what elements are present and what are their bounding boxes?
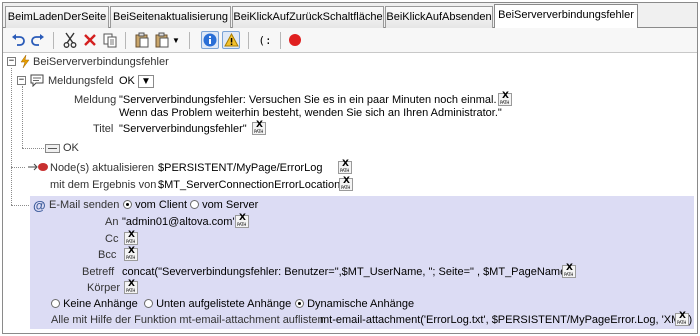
body-label: Körper: [87, 282, 121, 294]
attach-listed-label: Unten aufgelistete Anhänge: [156, 298, 292, 310]
xpath-button[interactable]: X PATH: [498, 91, 512, 106]
xpath-button[interactable]: X PATH: [675, 311, 689, 326]
tab-bar: BeimLadenDerSeite BeiSeitenaktualisierun…: [3, 3, 697, 29]
event-editor-window: BeimLadenDerSeite BeiSeitenaktualisierun…: [2, 2, 698, 334]
xpath-button[interactable]: X PATH: [562, 263, 576, 278]
message-line-2[interactable]: Wenn das Problem weiterhin besteht, wend…: [119, 107, 502, 119]
radio-button-selected[interactable]: [295, 299, 304, 308]
xpath-button[interactable]: X PATH: [235, 213, 249, 228]
tree-line: [22, 148, 44, 149]
attach-dynamic-label: Dynamische Anhänge: [307, 298, 415, 310]
record-icon[interactable]: [286, 31, 304, 49]
message-box-dropdown-value: OK: [119, 75, 135, 87]
tree-line: [11, 205, 31, 206]
subject-label: Betreff: [82, 266, 115, 278]
brackets-icon[interactable]: (:: [256, 31, 274, 49]
xpath-button[interactable]: X PATH: [124, 246, 138, 261]
paste-special-icon[interactable]: [153, 31, 171, 49]
send-email-panel: @ E-Mail senden vom Client vom Server An…: [30, 196, 694, 329]
from-server-label: vom Server: [202, 199, 259, 211]
radio-button[interactable]: [144, 299, 153, 308]
chevron-down-icon[interactable]: ▼: [171, 31, 181, 49]
tree-line: [11, 167, 25, 168]
tab-bei-klick-auf-absenden[interactable]: BeiKlickAufAbsenden: [385, 6, 493, 28]
radio-attach-listed[interactable]: Unten aufgelistete Anhänge: [144, 298, 291, 310]
tree-line: [11, 68, 12, 205]
copy-icon[interactable]: [101, 31, 119, 49]
collapse-toggle[interactable]: −: [17, 76, 26, 85]
toolbar: ▼ (:: [3, 28, 697, 53]
toolbar-separator: [280, 32, 281, 49]
radio-from-server[interactable]: vom Server: [190, 199, 258, 211]
title-label: Titel: [93, 123, 114, 135]
collapse-toggle[interactable]: −: [7, 57, 16, 66]
cc-label: Cc: [105, 233, 119, 245]
message-box-label: Meldungsfeld: [48, 75, 114, 87]
tree-line: [22, 86, 23, 148]
radio-from-client[interactable]: vom Client: [123, 199, 187, 211]
xpath-button[interactable]: X PATH: [339, 176, 353, 191]
xpath-button[interactable]: X PATH: [252, 120, 266, 135]
toolbar-separator: [125, 32, 126, 49]
toolbar-separator: [248, 32, 249, 49]
tab-bei-klick-auf-zurueck[interactable]: BeiKlickAufZurückSchaltfläche: [232, 6, 384, 28]
action-tree: − BeiSerververbindungsfehler − Meldungsf…: [3, 54, 697, 334]
delete-icon[interactable]: [81, 31, 99, 49]
attach-list-value[interactable]: mt-email-attachment('ErrorLog.txt', $PER…: [320, 314, 692, 326]
radio-button[interactable]: [190, 200, 199, 209]
redo-icon[interactable]: [29, 31, 47, 49]
message-label: Meldung: [74, 94, 117, 106]
from-client-label: vom Client: [135, 199, 188, 211]
message-line-1[interactable]: "Serververbindungsfehler: Versuchen Sie …: [119, 94, 497, 106]
update-nodes-result[interactable]: $MT_ServerConnectionErrorLocation: [158, 179, 340, 191]
xpath-button[interactable]: X PATH: [124, 279, 138, 294]
at-sign-icon: @: [33, 198, 46, 213]
bcc-label: Bcc: [98, 249, 117, 261]
attach-list-label: Alle mit Hilfe der Funktion mt-email-att…: [51, 314, 324, 326]
tab-bei-serververbindungsfehler[interactable]: BeiSerververbindungsfehler: [494, 4, 638, 29]
to-label: An: [105, 216, 119, 228]
title-value[interactable]: "Serververbindungsfehler": [119, 123, 247, 135]
toolbar-separator: [189, 32, 190, 49]
xpath-button[interactable]: X PATH: [338, 159, 352, 174]
tab-beim-laden-der-seite[interactable]: BeimLadenDerSeite: [5, 6, 109, 28]
undo-icon[interactable]: [9, 31, 27, 49]
update-nodes-target[interactable]: $PERSISTENT/MyPage/ErrorLog: [158, 162, 322, 174]
update-nodes-label: Node(s) aktualisieren: [50, 162, 154, 174]
update-node-icon: [28, 163, 48, 171]
warning-icon[interactable]: [222, 31, 240, 49]
send-email-label: E-Mail senden: [49, 199, 120, 211]
subject-value[interactable]: concat("Seververbindungsfehler: Benutzer…: [122, 266, 570, 278]
ok-branch-label: OK: [63, 142, 79, 154]
radio-button[interactable]: [51, 299, 60, 308]
cut-icon[interactable]: [61, 31, 79, 49]
root-event-label: BeiSerververbindungsfehler: [33, 56, 169, 68]
to-value[interactable]: "admin01@altova.com": [122, 216, 236, 228]
chevron-down-icon[interactable]: ▼: [137, 75, 154, 88]
radio-attach-none[interactable]: Keine Anhänge: [51, 298, 138, 310]
xpath-button[interactable]: X PATH: [124, 230, 138, 245]
radio-button-selected[interactable]: [123, 200, 132, 209]
paste-icon[interactable]: [133, 31, 151, 49]
with-result-label: mit dem Ergebnis von: [50, 179, 157, 191]
tab-bei-seitenaktualisierung[interactable]: BeiSeitenaktualisierung: [110, 6, 231, 28]
radio-attach-dynamic[interactable]: Dynamische Anhänge: [295, 298, 414, 310]
message-box-dropdown[interactable]: OK ▼: [119, 75, 154, 88]
attach-none-label: Keine Anhänge: [63, 298, 138, 310]
toolbar-separator: [53, 32, 54, 49]
message-box-icon: [30, 74, 44, 87]
lightning-icon: [20, 55, 30, 68]
ok-button-icon: [45, 144, 60, 153]
info-icon[interactable]: [201, 31, 219, 49]
